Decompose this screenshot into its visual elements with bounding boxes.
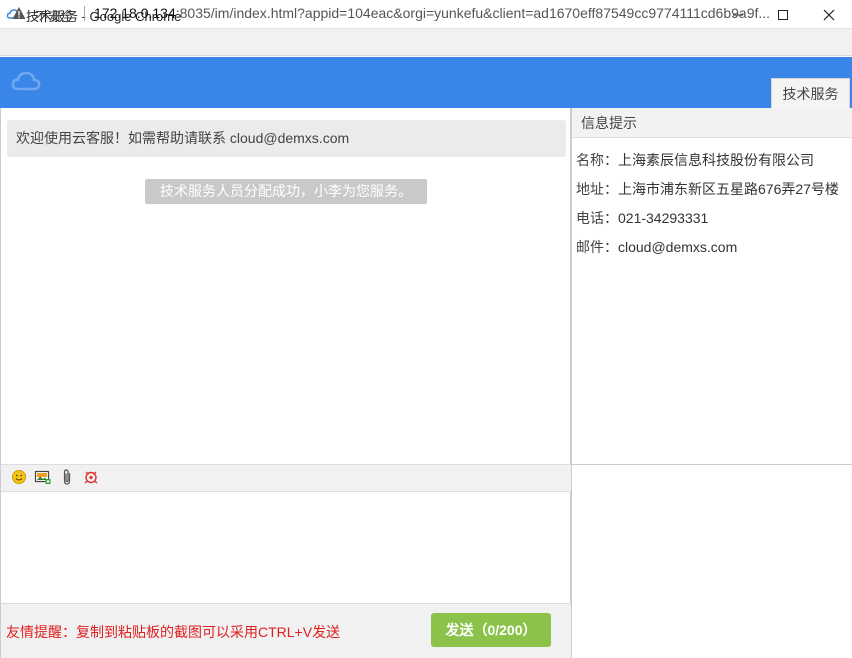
info-value: 上海市浦东新区五星路676弄27号楼	[618, 181, 839, 197]
cloud-logo-icon	[11, 71, 41, 91]
message-input[interactable]	[0, 491, 571, 603]
image-icon[interactable]	[34, 468, 52, 486]
url-path: :8035/im/index.html?appid=104eac&orgi=yu…	[175, 5, 771, 21]
url-host: 172.18.0.134	[94, 5, 176, 21]
side-blank-panel	[571, 465, 852, 658]
url-text[interactable]: 172.18.0.134:8035/im/index.html?appid=10…	[94, 5, 844, 21]
welcome-message: 欢迎使用云客服！如需帮助请联系 cloud@demxs.com	[7, 120, 566, 157]
info-label: 地址：	[576, 181, 618, 197]
info-value: cloud@demxs.com	[618, 239, 738, 255]
address-bar[interactable]	[0, 29, 852, 56]
screenshot-icon[interactable]	[82, 468, 100, 486]
info-label: 电话：	[576, 210, 618, 226]
emoji-icon[interactable]	[10, 468, 28, 486]
info-value: 021-34293331	[618, 210, 709, 226]
system-message: 技术服务人员分配成功，小李为您服务。	[145, 179, 427, 204]
address-divider	[84, 6, 85, 21]
attachment-icon[interactable]	[58, 468, 76, 486]
warning-icon[interactable]	[12, 6, 26, 20]
info-company-name: 名称：上海素辰信息科技股份有限公司	[576, 150, 814, 170]
info-label: 邮件：	[576, 239, 618, 255]
paste-tip: 友情提醒：复制到粘贴板的截图可以采用CTRL+V发送	[6, 624, 341, 640]
info-value: 上海素辰信息科技股份有限公司	[618, 152, 814, 168]
app-header	[0, 57, 852, 108]
tab-technical-service[interactable]: 技术服务	[771, 78, 850, 108]
info-panel-heading: 信息提示	[572, 108, 852, 138]
info-label: 名称：	[576, 152, 618, 168]
chat-message-area	[0, 108, 571, 464]
send-button[interactable]: 发送（0/200）	[431, 613, 551, 647]
info-address: 地址：上海市浦东新区五星路676弄27号楼	[576, 179, 839, 199]
info-phone: 电话：021-34293331	[576, 208, 708, 228]
info-email: 邮件：cloud@demxs.com	[576, 237, 737, 257]
insecure-label[interactable]: 不安全	[35, 6, 74, 25]
